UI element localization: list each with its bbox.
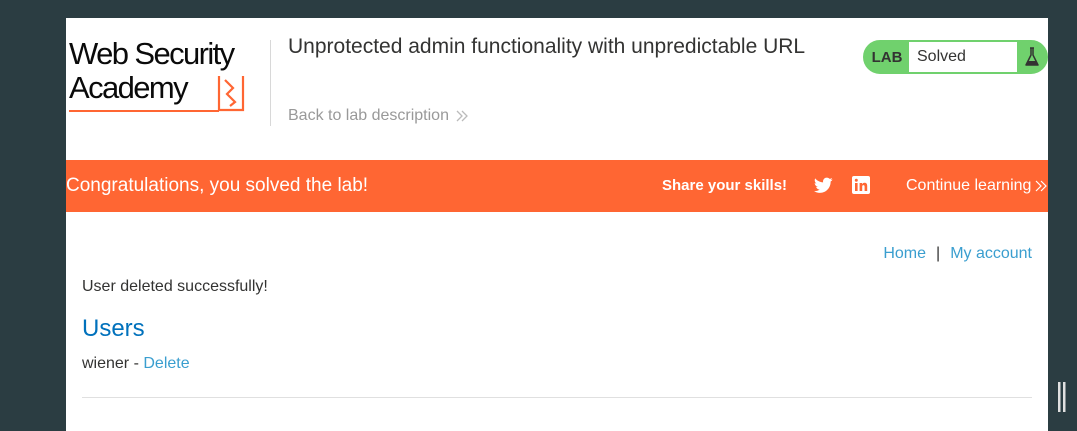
twitter-icon <box>813 177 833 193</box>
logo-text-line1: Web Security <box>69 36 235 71</box>
users-heading: Users <box>82 315 145 342</box>
lab-page: Web Security Academy Unprotected admin f… <box>66 18 1048 431</box>
logo-text-line2: Academy <box>69 70 189 105</box>
my-account-link[interactable]: My account <box>950 245 1032 263</box>
logo-underline <box>69 110 219 112</box>
lab-header: Web Security Academy Unprotected admin f… <box>66 18 1048 160</box>
user-separator: - <box>129 355 144 372</box>
lab-status-value: Solved <box>909 42 1017 72</box>
flask-icon <box>1017 42 1046 72</box>
lab-solved-message: Congratulations, you solved the lab! <box>66 175 369 196</box>
user-list-item: wiener - Delete <box>82 355 190 373</box>
back-link-label: Back to lab description <box>288 107 449 124</box>
notification-banner: Congratulations, you solved the lab! Sha… <box>66 160 1048 212</box>
twitter-share-link[interactable] <box>813 177 833 194</box>
user-name: wiener <box>82 355 130 372</box>
scrollbar-grip-icon[interactable] <box>1056 382 1068 412</box>
delete-user-link[interactable]: Delete <box>143 355 189 372</box>
status-message: User deleted successfully! <box>82 278 268 295</box>
logo-mark-icon <box>217 76 245 112</box>
continue-learning-label: Continue learning <box>906 177 1032 194</box>
share-skills-label: Share your skills! <box>662 177 788 194</box>
header-divider <box>270 40 271 126</box>
continue-learning-link[interactable]: Continue learning <box>906 177 1048 195</box>
lab-status-label: LAB <box>871 48 903 66</box>
top-nav: Home | My account <box>883 245 1032 263</box>
content-divider <box>82 397 1032 398</box>
lab-title: Unprotected admin functionality with unp… <box>288 35 806 58</box>
linkedin-share-link[interactable] <box>852 176 870 194</box>
web-security-academy-logo[interactable]: Web Security Academy <box>69 38 269 114</box>
nav-separator: | <box>936 245 941 262</box>
double-chevron-right-icon <box>1035 180 1048 192</box>
linkedin-icon <box>852 176 870 194</box>
lab-status-badge: LAB Solved <box>863 40 1048 74</box>
double-chevron-right-icon <box>456 110 468 122</box>
back-to-lab-description-link[interactable]: Back to lab description <box>288 107 469 125</box>
home-link[interactable]: Home <box>883 245 926 263</box>
